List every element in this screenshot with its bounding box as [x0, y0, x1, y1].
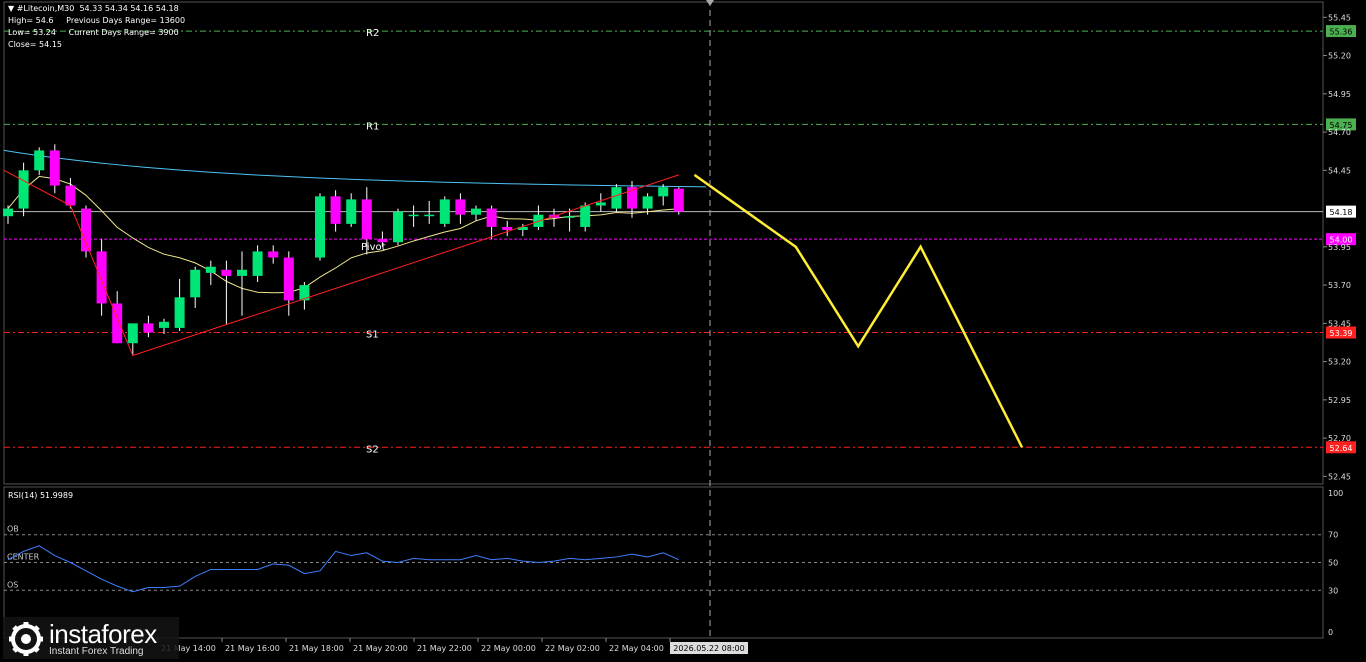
- y-tick-label: 53.45: [1328, 319, 1351, 328]
- candle-body: [252, 251, 263, 276]
- candle-body: [190, 269, 201, 298]
- x-tick-label: 21 May 18:00: [289, 644, 344, 653]
- high-range-line: High= 54.6 Previous Days Range= 13600: [8, 16, 186, 25]
- collapse-triangle-icon[interactable]: ▼: [8, 4, 17, 13]
- candle-body: [127, 323, 138, 344]
- fast-moving-average-line: [7, 175, 679, 294]
- candle-body: [174, 297, 185, 328]
- candle-body: [642, 196, 653, 209]
- rsi-level-label-os: OS: [7, 580, 18, 589]
- slow-moving-average-line: [3, 149, 707, 188]
- y-tick-label: 52.70: [1328, 434, 1351, 443]
- candle-body: [346, 199, 357, 224]
- close-line: Close= 54.15: [8, 40, 62, 49]
- main-pane-frame: [3, 1, 1324, 485]
- y-tick-label: 52.45: [1328, 472, 1351, 481]
- candle-body: [81, 208, 91, 252]
- candle-body: [486, 208, 497, 227]
- rsi-y-tick-label: 100: [1328, 489, 1343, 498]
- candle-body: [595, 202, 606, 206]
- candle-body: [377, 239, 388, 243]
- level-price-s2: 52.64: [1330, 444, 1353, 453]
- x-tick-label: 21 May 20:00: [353, 644, 408, 653]
- candle-body: [237, 269, 247, 276]
- rsi-y-tick-label: 70: [1328, 531, 1338, 540]
- candle-body: [611, 187, 622, 209]
- x-tick-label: 22 May 02:00: [545, 644, 600, 653]
- current-price-value: 54.18: [1330, 208, 1353, 217]
- level-price-s1: 53.39: [1330, 329, 1353, 338]
- candle-body: [393, 211, 403, 243]
- candle-body: [18, 170, 29, 209]
- candle-body: [361, 199, 372, 240]
- candle-body: [455, 199, 466, 215]
- symbol-ohlc: #Litecoin,M30 54.33 54.34 54.16 54.18: [16, 4, 179, 13]
- chart-symbol-line: ▼ #Litecoin,M30 54.33 54.34 54.16 54.18: [8, 4, 179, 14]
- candle-body: [471, 208, 481, 215]
- candle-body: [315, 196, 325, 258]
- y-tick-label: 55.45: [1328, 13, 1351, 22]
- rsi-title: RSI(14) 51.9989: [8, 491, 73, 500]
- y-tick-label: 53.20: [1328, 358, 1351, 367]
- rsi-y-tick-label: 30: [1328, 586, 1338, 595]
- candle-body: [65, 185, 76, 206]
- watermark-brand: instaforex: [49, 619, 157, 649]
- rsi-level-label-center: CENTER: [7, 553, 40, 562]
- y-tick-label: 54.95: [1328, 90, 1351, 99]
- forecast-zigzag-line: [693, 173, 1024, 448]
- candle-body: [424, 214, 435, 217]
- rsi-y-tick-label: 0: [1328, 628, 1333, 637]
- candle-body: [159, 321, 169, 328]
- low-range-line: Low= 53.24 Current Days Range= 3900: [8, 28, 179, 37]
- candle-body: [49, 150, 60, 186]
- candle-body: [564, 216, 575, 218]
- x-tick-label: 21 May 16:00: [225, 644, 280, 653]
- y-tick-label: 53.70: [1328, 281, 1351, 290]
- candle-body: [3, 208, 13, 217]
- candle-body: [268, 251, 279, 258]
- y-tick-label: 52.95: [1328, 396, 1351, 405]
- candle-body: [205, 266, 216, 273]
- rsi-level-label-ob: OB: [7, 525, 19, 534]
- crosshair-marker-icon: [706, 0, 714, 6]
- level-label-r2: R2: [366, 28, 379, 39]
- candle-body: [34, 150, 45, 171]
- candle-body: [221, 269, 232, 276]
- x-tick-label: 21 May 22:00: [417, 644, 472, 653]
- y-tick-label: 54.70: [1328, 128, 1351, 137]
- candle-body: [96, 251, 107, 304]
- candle-body: [408, 214, 419, 217]
- instaforex-watermark: instaforex Instant Forex Trading: [3, 617, 179, 659]
- chart-canvas: R2 55.36R1 54.75Pivot54.00S1 53.39S2 52.6454…: [3, 0, 1356, 654]
- watermark-tagline: Instant Forex Trading: [49, 646, 144, 657]
- candle-body: [330, 196, 341, 224]
- y-tick-label: 53.95: [1328, 243, 1351, 252]
- candle-body: [658, 187, 669, 197]
- rsi-line: [7, 545, 680, 593]
- x-tick-label: 22 May 00:00: [481, 644, 536, 653]
- candle-body: [143, 323, 154, 333]
- candle-body: [580, 205, 591, 227]
- level-label-r1: R1: [366, 121, 379, 132]
- instaforex-logo-icon: [9, 622, 43, 656]
- rsi-pane-frame: [3, 486, 1324, 639]
- level-price-r2: 55.36: [1330, 28, 1353, 37]
- candle-body: [502, 226, 513, 230]
- cursor-time-label: 2026.05.22 08:00: [673, 644, 744, 653]
- candle-body: [673, 188, 684, 212]
- candle-body: [283, 257, 294, 301]
- y-tick-label: 55.20: [1328, 52, 1351, 61]
- y-tick-label: 54.45: [1328, 166, 1351, 175]
- x-tick-label: 22 May 04:00: [609, 644, 664, 653]
- rsi-y-tick-label: 50: [1328, 559, 1338, 568]
- level-label-s1: S1: [366, 330, 379, 341]
- candle-body: [439, 199, 450, 224]
- level-label-s2: S2: [366, 444, 379, 455]
